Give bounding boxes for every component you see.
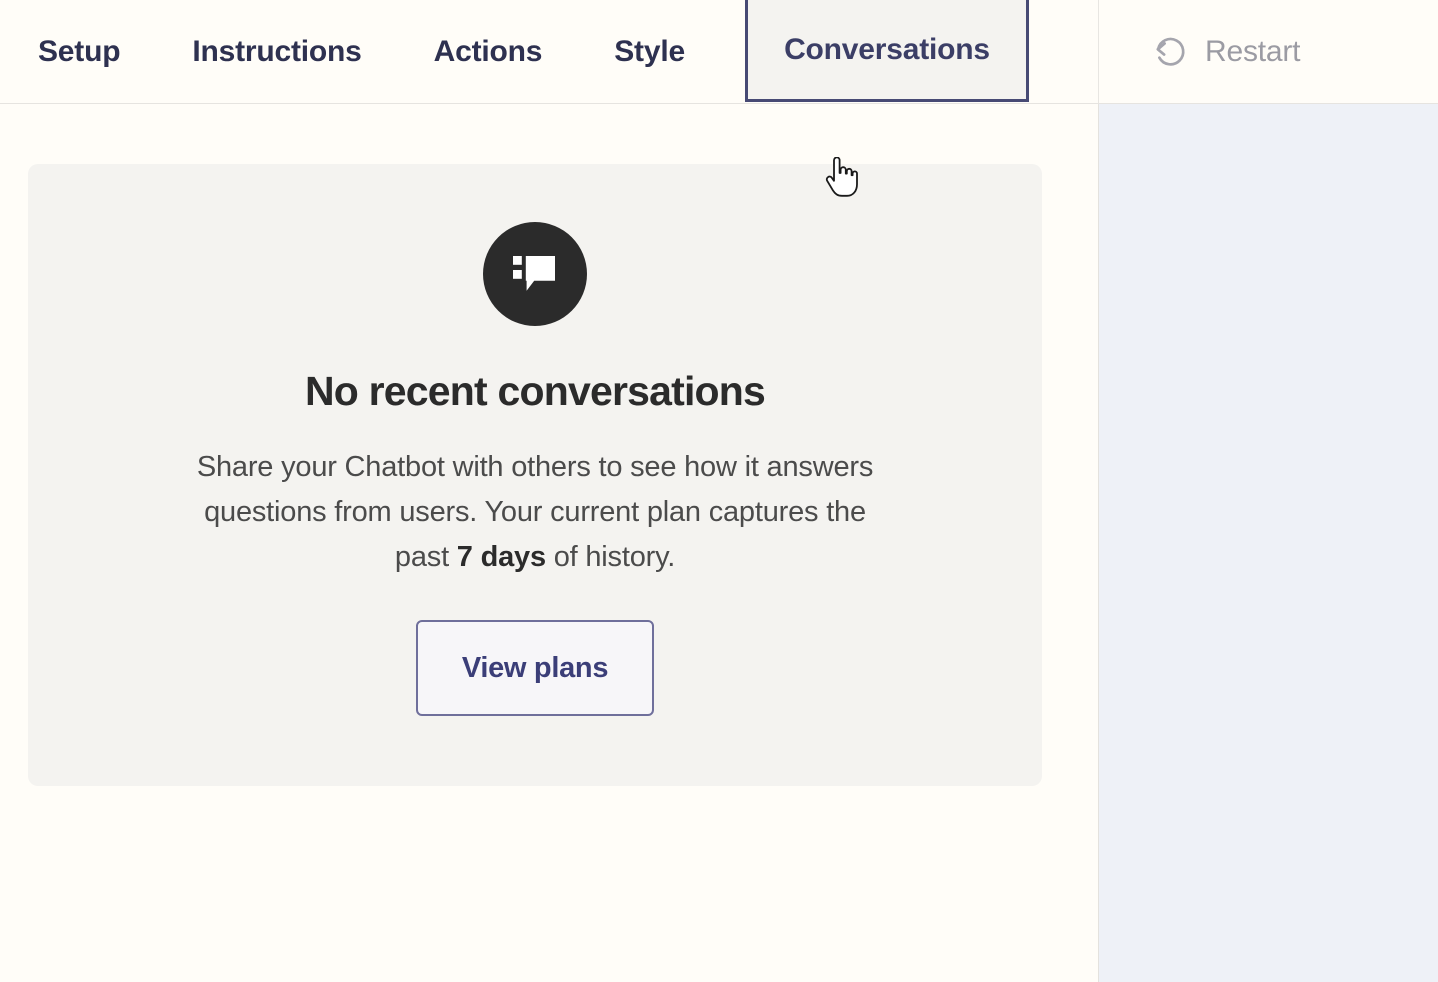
page-body: No recent conversations Share your Chatb…	[0, 104, 1438, 982]
conversations-panel: No recent conversations Share your Chatb…	[0, 104, 1098, 982]
description-highlight: 7 days	[456, 541, 546, 573]
empty-state-description: Share your Chatbot with others to see ho…	[195, 445, 875, 580]
restart-zone: Restart	[1098, 0, 1438, 103]
top-tab-bar: Setup Instructions Actions Style Convers…	[0, 0, 1438, 104]
tab-style[interactable]: Style	[578, 0, 721, 103]
empty-state-card: No recent conversations Share your Chatb…	[28, 164, 1042, 786]
preview-side-panel	[1098, 104, 1438, 982]
restart-icon	[1151, 33, 1189, 71]
chat-bubble-icon	[507, 246, 563, 302]
chatbot-avatar	[483, 222, 587, 326]
tab-actions[interactable]: Actions	[398, 0, 579, 103]
empty-state-title: No recent conversations	[304, 368, 766, 414]
tab-strip: Setup Instructions Actions Style Convers…	[0, 0, 1098, 103]
app-root: Setup Instructions Actions Style Convers…	[0, 0, 1438, 982]
restart-button[interactable]: Restart	[1143, 27, 1308, 77]
tab-conversations[interactable]: Conversations	[745, 0, 1029, 102]
view-plans-button[interactable]: View plans	[416, 620, 654, 716]
tab-setup[interactable]: Setup	[2, 0, 156, 103]
restart-label: Restart	[1205, 34, 1301, 68]
tab-instructions[interactable]: Instructions	[156, 0, 397, 103]
description-text-part2: of history.	[545, 541, 676, 573]
